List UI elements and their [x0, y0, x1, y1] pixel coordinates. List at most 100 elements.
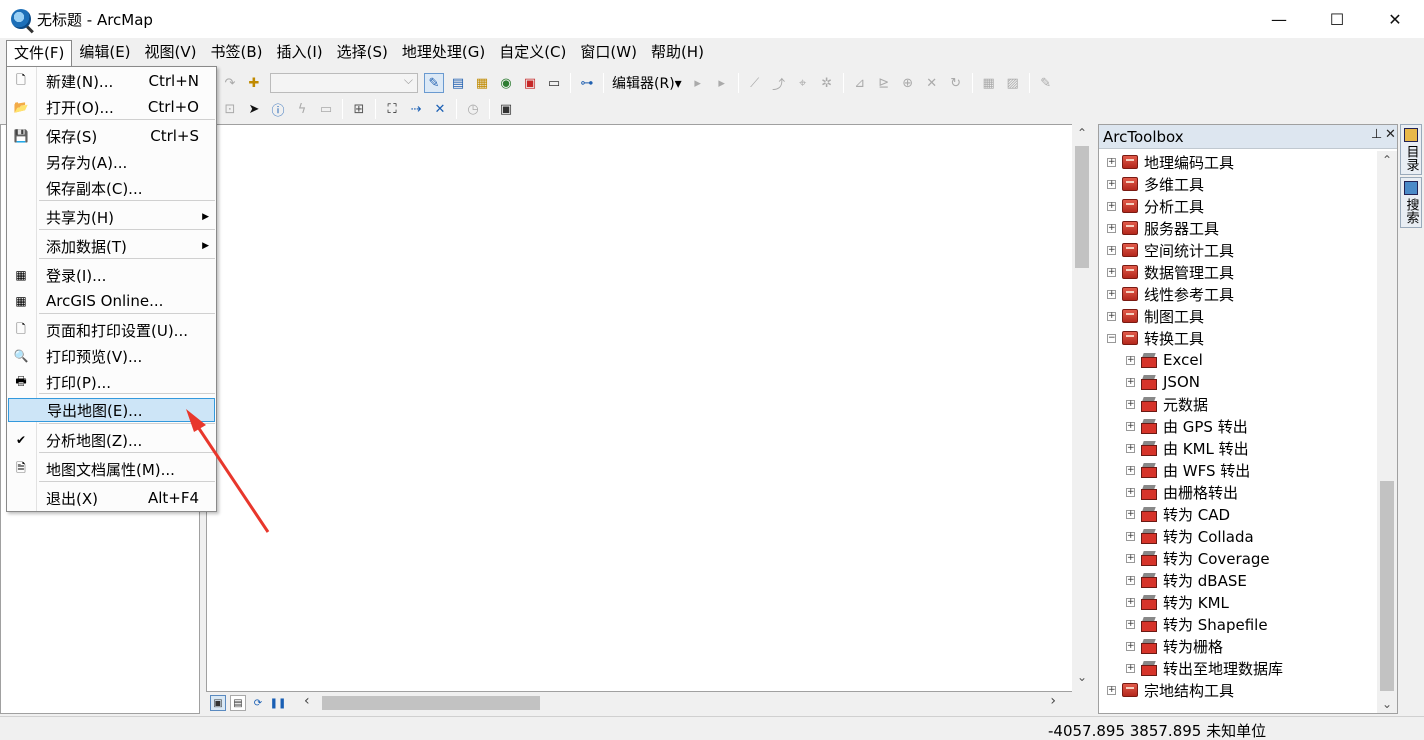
edit-annotation-icon[interactable]: ▸ [712, 73, 732, 93]
create-viewer-window-icon[interactable]: ▣ [496, 99, 516, 119]
toolset-node[interactable]: + 转为 Collada [1126, 525, 1254, 547]
redo-icon[interactable]: ↷ [220, 73, 240, 93]
toolset-node[interactable]: + Excel [1126, 349, 1203, 371]
panel-close-icon[interactable]: ✕ [1385, 127, 1396, 142]
scroll-down-arrow-icon[interactable]: ⌄ [1072, 670, 1092, 690]
menu-help[interactable]: 帮助(H) [644, 40, 711, 64]
expand-icon[interactable]: + [1126, 509, 1135, 519]
scrollbar-thumb[interactable] [1380, 481, 1394, 691]
toolset-node[interactable]: + 转为 Shapefile [1126, 613, 1268, 635]
table-of-contents-icon[interactable]: ▤ [448, 73, 468, 93]
map-horizontal-scrollbar[interactable]: ‹ › [300, 693, 1060, 712]
file-menu-item[interactable]: 🗋 页面和打印设置(U)... [8, 318, 215, 342]
expand-icon[interactable]: + [1126, 597, 1135, 607]
toolset-node[interactable]: + 转为 Coverage [1126, 547, 1270, 569]
close-button[interactable]: ✕ [1366, 0, 1424, 38]
toolbox-node[interactable]: + 多维工具 [1107, 173, 1204, 195]
add-data-icon[interactable]: ✚ [244, 73, 264, 93]
toolset-node[interactable]: + 转为 KML [1126, 591, 1229, 613]
expand-icon[interactable]: + [1126, 487, 1135, 497]
expand-icon[interactable]: + [1107, 201, 1116, 211]
search-window-icon[interactable]: ◉ [496, 73, 516, 93]
refresh-icon[interactable]: ⟳ [250, 695, 266, 711]
toolset-node[interactable]: + 转出至地理数据库 [1126, 657, 1283, 679]
find-binoculars-icon[interactable]: ⛶ [382, 99, 402, 119]
python-window-icon[interactable]: ▭ [544, 73, 564, 93]
file-menu-item[interactable]: 添加数据(T) ▶ [8, 234, 215, 258]
expand-icon[interactable]: + [1107, 157, 1116, 167]
file-menu-item[interactable]: 🖶 打印(P)... [8, 370, 215, 394]
scrollbar-thumb[interactable] [1075, 146, 1089, 268]
measure-icon[interactable]: ⊞ [349, 99, 369, 119]
toolset-node[interactable]: + 由 GPS 转出 [1126, 415, 1248, 437]
scroll-down-arrow-icon[interactable]: ⌄ [1377, 697, 1397, 711]
expand-icon[interactable]: + [1107, 179, 1116, 189]
pin-icon[interactable]: ⊥ [1371, 127, 1382, 142]
toolbox-node[interactable]: + 服务器工具 [1107, 217, 1219, 239]
map-view[interactable] [206, 124, 1074, 692]
toolset-node[interactable]: + 转为 dBASE [1126, 569, 1247, 591]
hyperlink-icon[interactable]: ϟ [292, 99, 312, 119]
file-menu-item[interactable]: 📂 打开(O)... Ctrl+O [8, 95, 215, 119]
expand-icon[interactable]: + [1126, 663, 1135, 673]
toolbox-node[interactable]: + 线性参考工具 [1107, 283, 1234, 305]
arctoolbox-scrollbar[interactable]: ⌃ ⌄ [1377, 151, 1397, 713]
trace-icon[interactable]: ⌖ [793, 73, 813, 93]
expand-icon[interactable]: + [1126, 355, 1135, 365]
file-menu-item[interactable]: 导出地图(E)... [8, 398, 215, 422]
toolbox-node[interactable]: + 分析工具 [1107, 195, 1204, 217]
pause-drawing-icon[interactable]: ❚❚ [270, 695, 287, 711]
edit-vertices-icon[interactable]: ⊿ [850, 73, 870, 93]
menu-geoprocessing[interactable]: 地理处理(G) [395, 40, 492, 64]
toolbox-node[interactable]: + 地理编码工具 [1107, 151, 1234, 173]
collapse-icon[interactable]: − [1107, 333, 1116, 343]
file-menu-item[interactable]: 🗋 新建(N)... Ctrl+N [8, 69, 215, 93]
menu-selection[interactable]: 选择(S) [330, 40, 395, 64]
toolset-node[interactable]: + 由 KML 转出 [1126, 437, 1249, 459]
expand-icon[interactable]: + [1107, 245, 1116, 255]
select-elements-icon[interactable]: ➤ [244, 99, 264, 119]
map-scale-combobox[interactable] [270, 73, 418, 93]
file-menu-item[interactable]: ▦ ArcGIS Online... [8, 289, 215, 313]
expand-icon[interactable]: + [1126, 619, 1135, 629]
time-slider-icon[interactable]: ◷ [463, 99, 483, 119]
catalog-tab[interactable]: 目录 [1400, 124, 1422, 175]
map-vertical-scrollbar[interactable]: ⌃ ⌄ [1072, 124, 1092, 692]
straight-segment-icon[interactable]: ⟋ [745, 73, 765, 93]
catalog-window-icon[interactable]: ▦ [472, 73, 492, 93]
menu-file[interactable]: 文件(F) [6, 40, 73, 66]
find-route-icon[interactable]: ⇢ [406, 99, 426, 119]
menu-customize[interactable]: 自定义(C) [492, 40, 573, 64]
split-icon[interactable]: ✕ [922, 73, 942, 93]
model-builder-icon[interactable]: ⊶ [577, 73, 597, 93]
html-popup-icon[interactable]: ▭ [316, 99, 336, 119]
expand-icon[interactable]: + [1107, 223, 1116, 233]
menu-bookmarks[interactable]: 书签(B) [204, 40, 270, 64]
expand-icon[interactable]: + [1126, 575, 1135, 585]
file-menu-item[interactable]: 💾 保存(S) Ctrl+S [8, 124, 215, 148]
reshape-icon[interactable]: ⊵ [874, 73, 894, 93]
editor-toolbar-icon[interactable]: ✎ [424, 73, 444, 93]
toolset-node[interactable]: + 转为 CAD [1126, 503, 1230, 525]
full-extent-icon[interactable]: ⊡ [220, 99, 240, 119]
menu-view[interactable]: 视图(V) [138, 40, 204, 64]
scroll-up-arrow-icon[interactable]: ⌃ [1072, 126, 1092, 146]
expand-icon[interactable]: + [1107, 267, 1116, 277]
toolbox-node[interactable]: + 制图工具 [1107, 305, 1204, 327]
toolbox-node[interactable]: + 空间统计工具 [1107, 239, 1234, 261]
file-menu-item[interactable]: 另存为(A)... [8, 150, 215, 174]
sketch-properties-icon[interactable]: ▨ [1003, 73, 1023, 93]
menu-windows[interactable]: 窗口(W) [573, 40, 644, 64]
file-menu-item[interactable]: 🔍 打印预览(V)... [8, 344, 215, 368]
editor-menu-button[interactable]: 编辑器(R)▾ [612, 73, 682, 93]
toolset-node[interactable]: + 由栅格转出 [1126, 481, 1238, 503]
attributes-icon[interactable]: ▦ [979, 73, 999, 93]
maximize-button[interactable]: ☐ [1308, 0, 1366, 38]
file-menu-item[interactable]: 🗎 地图文档属性(M)... [8, 457, 215, 481]
search-tab[interactable]: 搜索 [1400, 177, 1422, 228]
expand-icon[interactable]: + [1126, 377, 1135, 387]
go-to-xy-icon[interactable]: ✕ [430, 99, 450, 119]
toolbox-node[interactable]: − 转换工具 [1107, 327, 1204, 349]
expand-icon[interactable]: + [1126, 465, 1135, 475]
menu-edit[interactable]: 编辑(E) [72, 40, 137, 64]
